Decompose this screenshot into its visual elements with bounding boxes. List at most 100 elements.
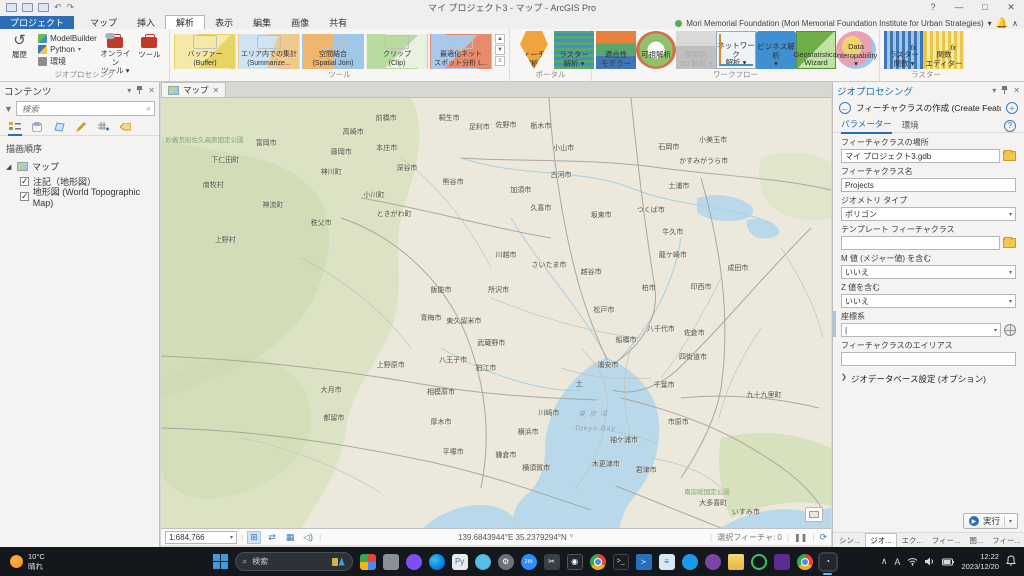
browse-folder-icon[interactable] [1003, 238, 1016, 248]
list-by-snapping-icon[interactable] [96, 121, 110, 133]
selected-features-count[interactable]: 選択フィーチャ: 0 [717, 532, 782, 543]
taskbar-app-icon[interactable] [751, 554, 767, 570]
gallery-scroll[interactable]: ▲▼≡ [495, 31, 505, 69]
pause-drawing-icon[interactable]: ❚❚ [794, 533, 807, 542]
taskbar-app-icon[interactable]: ✂ [544, 554, 560, 570]
refresh-icon[interactable]: ⟳ [819, 532, 827, 543]
taskbar-app-icon[interactable]: ⚙ [498, 554, 514, 570]
run-button[interactable]: ▶ 実行 ▾ [963, 513, 1018, 529]
taskbar-app-icon[interactable]: ≻ [636, 554, 652, 570]
taskbar-app-icon[interactable] [590, 554, 606, 570]
browse-folder-icon[interactable] [1003, 151, 1016, 161]
account-area[interactable]: Mori Memorial Foundation (Mori Memorial … [675, 18, 1024, 29]
has-m-select[interactable]: いいえ▾ [841, 265, 1016, 279]
coordinate-system-combo[interactable]: |▾ [841, 323, 1001, 337]
taskbar-app-icon[interactable]: >_ [613, 554, 629, 570]
geometry-type-select[interactable]: ポリゴン▾ [841, 207, 1016, 221]
portal-tool-button[interactable]: ラスター解析 ▾ [554, 31, 594, 69]
pane-tab[interactable]: 圏... [965, 534, 987, 547]
contents-search-input[interactable] [20, 103, 147, 115]
pane-tab[interactable]: フィー... [988, 534, 1024, 547]
scale-select[interactable]: 1:684,766▾ [165, 531, 237, 544]
battery-icon[interactable] [942, 558, 954, 566]
ribbon-tab[interactable]: 挿入 [127, 16, 165, 30]
gallery-tool-button[interactable]: エリア内での集計(Summarize... [238, 34, 300, 69]
help-button[interactable]: ? [920, 0, 946, 15]
ribbon-tab[interactable]: 編集 [243, 16, 281, 30]
help-icon[interactable]: ? [1004, 120, 1016, 132]
weather-widget[interactable]: 10°C晴れ [0, 552, 190, 571]
run-options-icon[interactable]: ▾ [1009, 518, 1012, 525]
list-by-selection-icon[interactable] [52, 121, 66, 133]
maximize-button[interactable]: □ [972, 0, 998, 15]
layer-checkbox[interactable] [20, 192, 29, 201]
collapse-ribbon-icon[interactable]: ∧ [1012, 19, 1018, 28]
pane-tab[interactable]: エク... [898, 534, 927, 547]
taskbar-app-icon[interactable] [475, 554, 491, 570]
gallery-tool-button[interactable]: クリップ(Clip) [366, 34, 428, 69]
save-icon[interactable] [6, 3, 17, 12]
alias-input[interactable] [841, 352, 1016, 366]
layer-checkbox[interactable] [20, 177, 29, 186]
contents-search[interactable]: ⌕ [16, 101, 155, 116]
tab-parameters[interactable]: パラメーター [841, 118, 892, 134]
open-icon[interactable] [22, 3, 33, 12]
environments-button[interactable]: 環境 [38, 56, 97, 67]
taskbar-search[interactable]: ⌕ 検索 [235, 552, 353, 571]
hidden-icons-chevron[interactable]: ∧ [881, 556, 888, 567]
tools-button[interactable]: ツール [134, 31, 165, 69]
add-to-model-icon[interactable]: + [1006, 102, 1018, 114]
ribbon-tab[interactable]: 共有 [319, 16, 357, 30]
taskbar-app-icon[interactable] [797, 554, 813, 570]
pane-tab[interactable]: フィー... [928, 534, 965, 547]
taskbar-app-icon[interactable] [682, 554, 698, 570]
back-button[interactable]: ← [839, 102, 851, 114]
modelbuilder-button[interactable]: ModelBuilder [38, 34, 97, 43]
workflow-tool-button[interactable]: 探索的3D 解析 ▾ [676, 31, 716, 69]
notifications-bell-icon[interactable] [1006, 555, 1016, 569]
map-quick-access-button[interactable] [805, 507, 823, 522]
map-canvas[interactable]: 前橋市桐生市足利市佐野市栃木市小山市石岡市小美玉市かすみがうら市土浦市高崎市富岡… [161, 98, 831, 528]
gdb-settings-expander[interactable]: ❯ ジオデータベース設定 (オプション) [841, 369, 1016, 389]
close-panel-icon[interactable]: ✕ [1013, 86, 1020, 95]
taskbar-app-icon[interactable] [383, 554, 399, 570]
globe-icon[interactable] [1004, 324, 1016, 336]
taskbar-app-icon[interactable] [360, 554, 376, 570]
taskbar-app-icon[interactable]: zm [521, 554, 537, 570]
taskbar-app-icon[interactable] [774, 554, 790, 570]
location-input[interactable] [841, 149, 1000, 163]
gallery-tool-button[interactable]: バッファー(Buffer) [174, 34, 236, 69]
panel-menu-icon[interactable]: ▾ [992, 86, 996, 95]
workflow-tool-button[interactable]: DataInteropability ▾ [836, 31, 876, 69]
has-z-select[interactable]: いいえ▾ [841, 294, 1016, 308]
pin-icon[interactable] [136, 86, 143, 96]
wifi-icon[interactable] [907, 557, 918, 566]
account-caret-icon[interactable]: ▾ [988, 19, 992, 28]
map-view-tab[interactable]: マップ ✕ [161, 82, 226, 97]
ime-indicator[interactable]: A [894, 557, 900, 567]
name-input[interactable] [841, 178, 1016, 192]
taskbar-app-icon[interactable] [429, 554, 445, 570]
list-by-source-icon[interactable] [30, 121, 44, 133]
list-by-drawing-order-icon[interactable] [8, 121, 22, 133]
redo-icon[interactable]: ↷ [67, 3, 75, 12]
taskbar-app-icon[interactable]: ≡ [659, 554, 675, 570]
ribbon-tab[interactable]: 画像 [281, 16, 319, 30]
taskbar-app-icon[interactable] [406, 554, 422, 570]
list-by-labeling-icon[interactable] [118, 121, 132, 133]
raster-tool-button[interactable]: fx 関数エディター [924, 31, 964, 69]
tree-expander-icon[interactable]: ◢ [6, 163, 13, 171]
minimize-button[interactable]: — [946, 0, 972, 15]
python-button[interactable]: Python▾ [38, 45, 97, 54]
workflow-tool-button[interactable]: ビジネス解析▾ [756, 31, 796, 69]
undo-icon[interactable]: ↶ [54, 3, 62, 12]
raster-tool-button[interactable]: fx ラスター関数 ▾ [884, 31, 924, 69]
workflow-tool-button[interactable]: GeostatisticalWizard [796, 31, 836, 69]
start-button[interactable] [213, 554, 228, 569]
notification-bell-icon[interactable]: 🔔 [996, 18, 1008, 29]
pin-icon[interactable] [1001, 86, 1008, 96]
ribbon-tab[interactable]: 表示 [205, 16, 243, 30]
close-panel-icon[interactable]: ✕ [148, 86, 155, 95]
ribbon-tab[interactable]: 解析 [165, 15, 205, 30]
taskbar-app-icon[interactable]: ◉ [567, 554, 583, 570]
